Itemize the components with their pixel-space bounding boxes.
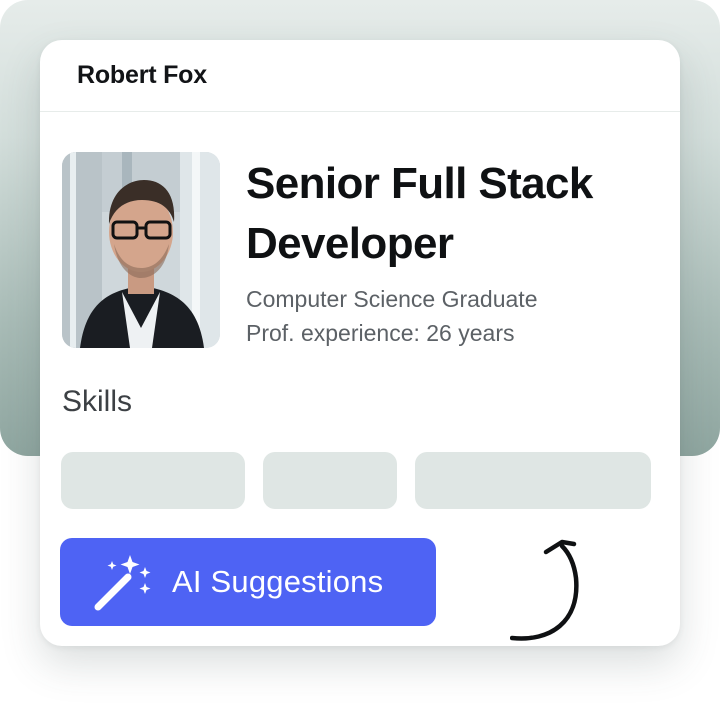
profile-section: Senior Full Stack Developer Computer Sci… bbox=[62, 152, 636, 350]
skill-chip-placeholder bbox=[415, 452, 651, 509]
skill-chip-placeholder bbox=[263, 452, 397, 509]
job-title: Senior Full Stack Developer bbox=[246, 159, 593, 268]
ai-suggestions-button[interactable]: AI Suggestions bbox=[60, 538, 436, 626]
card-header: Robert Fox bbox=[40, 40, 680, 112]
avatar bbox=[62, 152, 220, 348]
avatar-photo bbox=[62, 152, 220, 348]
candidate-name: Robert Fox bbox=[77, 61, 207, 89]
education-text: Computer Science Graduate bbox=[246, 286, 538, 312]
stage: Robert Fox Senior Full Stack Developer C… bbox=[0, 0, 720, 726]
profile-card: Robert Fox Senior Full Stack Developer C… bbox=[40, 40, 680, 646]
experience-text: Prof. experience: 26 years bbox=[246, 320, 515, 346]
skill-chips bbox=[61, 452, 651, 509]
skills-heading: Skills bbox=[62, 385, 133, 418]
ai-suggestions-label: AI Suggestions bbox=[172, 564, 384, 599]
skill-chip-placeholder bbox=[61, 452, 245, 509]
profile-info: Senior Full Stack Developer Computer Sci… bbox=[246, 154, 636, 350]
magic-wand-icon bbox=[94, 555, 151, 611]
curved-arrow-icon bbox=[510, 539, 579, 641]
